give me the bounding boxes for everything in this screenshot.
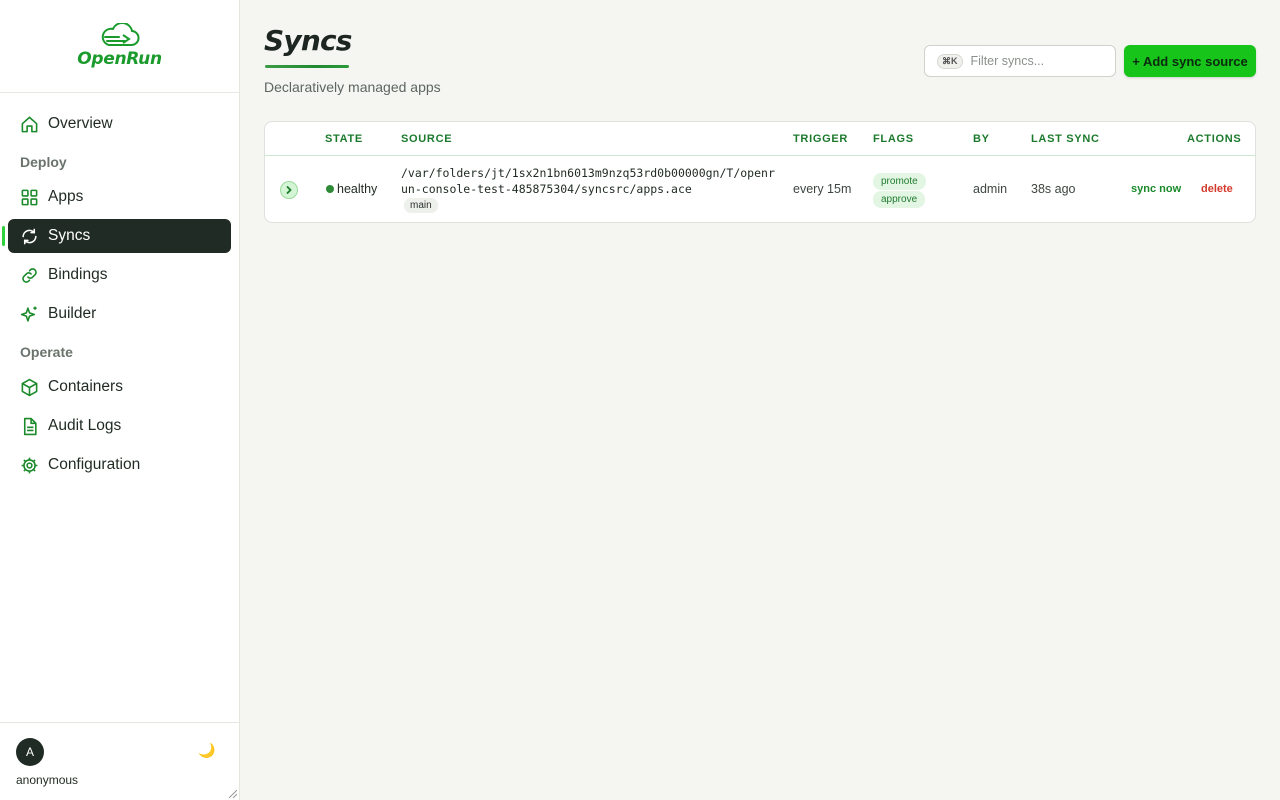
filter-box[interactable]: ⌘K — [924, 45, 1116, 77]
sparkle-icon — [20, 305, 39, 324]
table-row: healthy /var/folders/jt/1sx2n1bn6013m9nz… — [265, 156, 1255, 222]
source-path: /var/folders/jt/1sx2n1bn6013m9nzq53rd0b0… — [401, 166, 775, 196]
page-title: Syncs — [264, 24, 352, 57]
flag-badge-promote: promote — [873, 173, 926, 190]
column-header-source[interactable]: SOURCE — [401, 133, 452, 145]
sidebar-item-configuration[interactable]: Configuration — [8, 448, 231, 482]
link-icon — [20, 266, 39, 285]
last-sync-cell: 38s ago — [1031, 182, 1076, 196]
column-header-state[interactable]: STATE — [325, 133, 363, 145]
by-cell: admin — [973, 182, 1008, 196]
moon-icon[interactable]: 🌙 — [198, 742, 215, 759]
sync-now-button[interactable]: sync now — [1131, 183, 1181, 195]
status-label: healthy — [337, 182, 378, 196]
sidebar-item-label: Apps — [48, 188, 84, 205]
sidebar-item-audit-logs[interactable]: Audit Logs — [8, 409, 231, 443]
brand-name: OpenRun — [77, 49, 162, 69]
sidebar-item-label: Audit Logs — [48, 417, 122, 434]
keyboard-shortcut-badge: ⌘K — [937, 53, 963, 69]
sidebar-item-overview[interactable]: Overview — [8, 107, 231, 141]
state-cell: healthy — [326, 182, 377, 196]
sidebar-item-label: Containers — [48, 378, 123, 395]
avatar[interactable]: A — [16, 738, 44, 766]
status-dot — [326, 185, 334, 193]
sidebar-item-label: Overview — [48, 115, 113, 132]
syncs-table: STATE SOURCE TRIGGER FLAGS BY LAST SYNC … — [264, 121, 1256, 223]
table-header: STATE SOURCE TRIGGER FLAGS BY LAST SYNC … — [265, 122, 1255, 156]
sidebar-item-label: Builder — [48, 305, 97, 322]
filter-input[interactable] — [970, 54, 1101, 68]
sidebar-item-label: Syncs — [48, 227, 91, 244]
sidebar-item-builder[interactable]: Builder — [8, 297, 231, 331]
document-icon — [20, 417, 39, 436]
delete-button[interactable]: delete — [1201, 183, 1233, 195]
sidebar-item-label: Bindings — [48, 266, 108, 283]
nav-section-deploy: Deploy — [20, 154, 67, 170]
sidebar-item-bindings[interactable]: Bindings — [8, 258, 231, 292]
grid-icon — [20, 188, 39, 207]
brand-logo[interactable]: OpenRun — [0, 0, 239, 93]
trigger-cell: every 15m — [793, 182, 852, 196]
column-header-actions: ACTIONS — [1187, 133, 1242, 145]
gear-icon — [20, 456, 39, 475]
home-icon — [20, 115, 39, 134]
add-sync-source-button[interactable]: + Add sync source — [1124, 45, 1256, 77]
username: anonymous — [16, 773, 79, 787]
column-header-last-sync[interactable]: LAST SYNC — [1031, 133, 1100, 145]
sidebar-item-apps[interactable]: Apps — [8, 180, 231, 214]
column-header-trigger[interactable]: TRIGGER — [793, 133, 848, 145]
expand-row-button[interactable] — [280, 181, 298, 199]
sidebar-nav: Overview Deploy Apps Syncs Bindings Buil… — [0, 93, 239, 482]
sidebar-item-containers[interactable]: Containers — [8, 370, 231, 404]
column-header-flags[interactable]: FLAGS — [873, 133, 914, 145]
sidebar-item-syncs[interactable]: Syncs — [2, 219, 231, 253]
sidebar-item-label: Configuration — [48, 456, 141, 473]
branch-badge: main — [404, 198, 438, 213]
column-header-by[interactable]: BY — [973, 133, 990, 145]
flag-badge-approve: approve — [873, 191, 926, 208]
main-content: Syncs Declaratively managed apps ⌘K + Ad… — [240, 0, 1280, 800]
cloud-logo-icon — [101, 23, 139, 46]
chevron-right-icon — [286, 186, 292, 194]
title-underline — [265, 65, 349, 68]
refresh-icon — [20, 227, 39, 246]
nav-section-operate: Operate — [20, 344, 73, 360]
page-subtitle: Declaratively managed apps — [264, 79, 441, 95]
sidebar: OpenRun Overview Deploy Apps Syncs Bindi… — [0, 0, 240, 800]
box-icon — [20, 378, 39, 397]
sidebar-footer: A anonymous 🌙 — [0, 722, 239, 800]
resize-grip-icon[interactable] — [229, 790, 237, 798]
